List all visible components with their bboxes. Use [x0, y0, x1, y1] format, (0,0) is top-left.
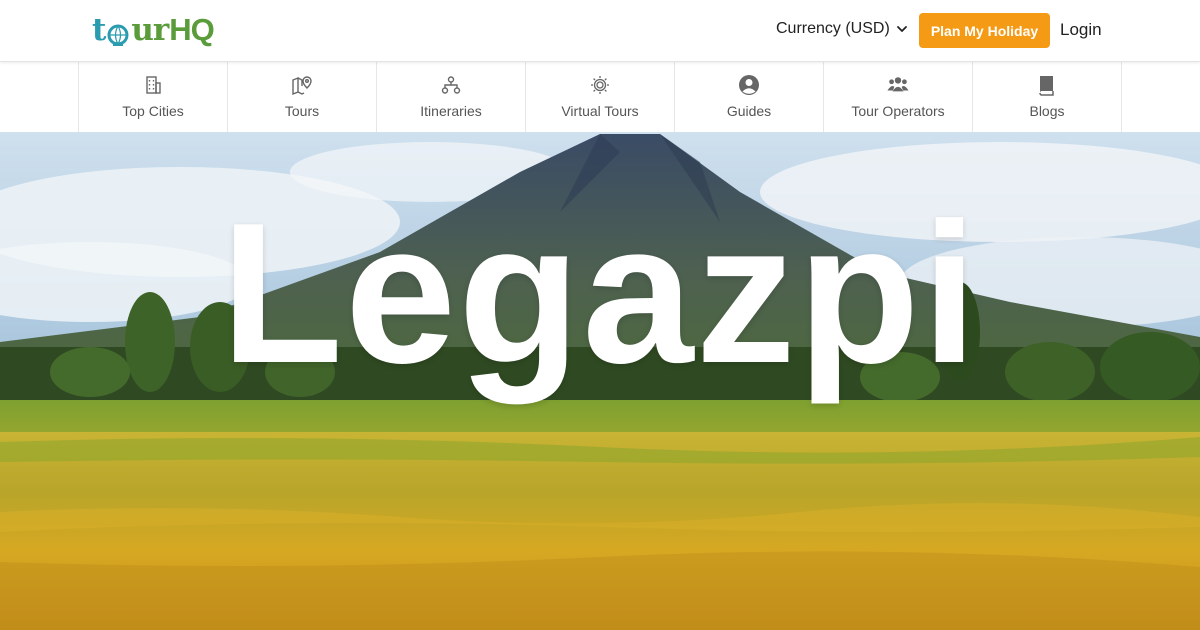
category-nav: Top Cities Tours Itineraries Virtual Tou… — [0, 62, 1200, 132]
nav-item-itineraries[interactable]: Itineraries — [377, 62, 526, 132]
plan-my-holiday-button[interactable]: Plan My Holiday — [919, 13, 1050, 48]
nav-item-blogs[interactable]: Blogs — [973, 62, 1122, 132]
nav-label: Top Cities — [122, 103, 184, 119]
sitemap-icon — [440, 74, 462, 96]
login-link[interactable]: Login — [1060, 20, 1102, 40]
nav-label: Itineraries — [420, 103, 482, 119]
nav-label: Tours — [284, 103, 320, 119]
user-circle-icon — [738, 74, 760, 96]
logo-text-hq: HQ — [169, 12, 214, 47]
currency-selector[interactable]: Currency (USD) — [776, 20, 908, 38]
nav-label: Blogs — [1029, 103, 1065, 119]
hero-banner: Legazpi — [0, 132, 1200, 630]
nav-item-tours[interactable]: Tours — [228, 62, 377, 132]
tourhq-logo[interactable]: t ur HQ — [92, 8, 215, 52]
nav-label: Tour Operators — [851, 103, 945, 119]
currency-label: Currency (USD) — [776, 20, 890, 37]
chevron-down-icon — [896, 26, 907, 32]
logo-text-ur: ur — [131, 12, 169, 48]
globe-icon — [106, 19, 130, 46]
map-pin-icon — [291, 74, 313, 96]
nav-item-virtual-tours[interactable]: Virtual Tours — [526, 62, 675, 132]
nav-label: Guides — [726, 103, 772, 119]
logo-text-t: t — [92, 12, 106, 48]
nav-item-guides[interactable]: Guides — [675, 62, 824, 132]
building-icon — [142, 74, 164, 96]
nav-label: Virtual Tours — [561, 103, 639, 119]
hero-title: Legazpi — [220, 182, 980, 405]
nav-item-top-cities[interactable]: Top Cities — [79, 62, 228, 132]
users-icon — [887, 74, 909, 96]
book-icon — [1036, 74, 1058, 96]
site-header: t ur HQ Currency (USD) Plan My Holiday L… — [0, 0, 1200, 62]
nav-item-tour-operators[interactable]: Tour Operators — [824, 62, 973, 132]
vr-icon — [589, 74, 611, 96]
